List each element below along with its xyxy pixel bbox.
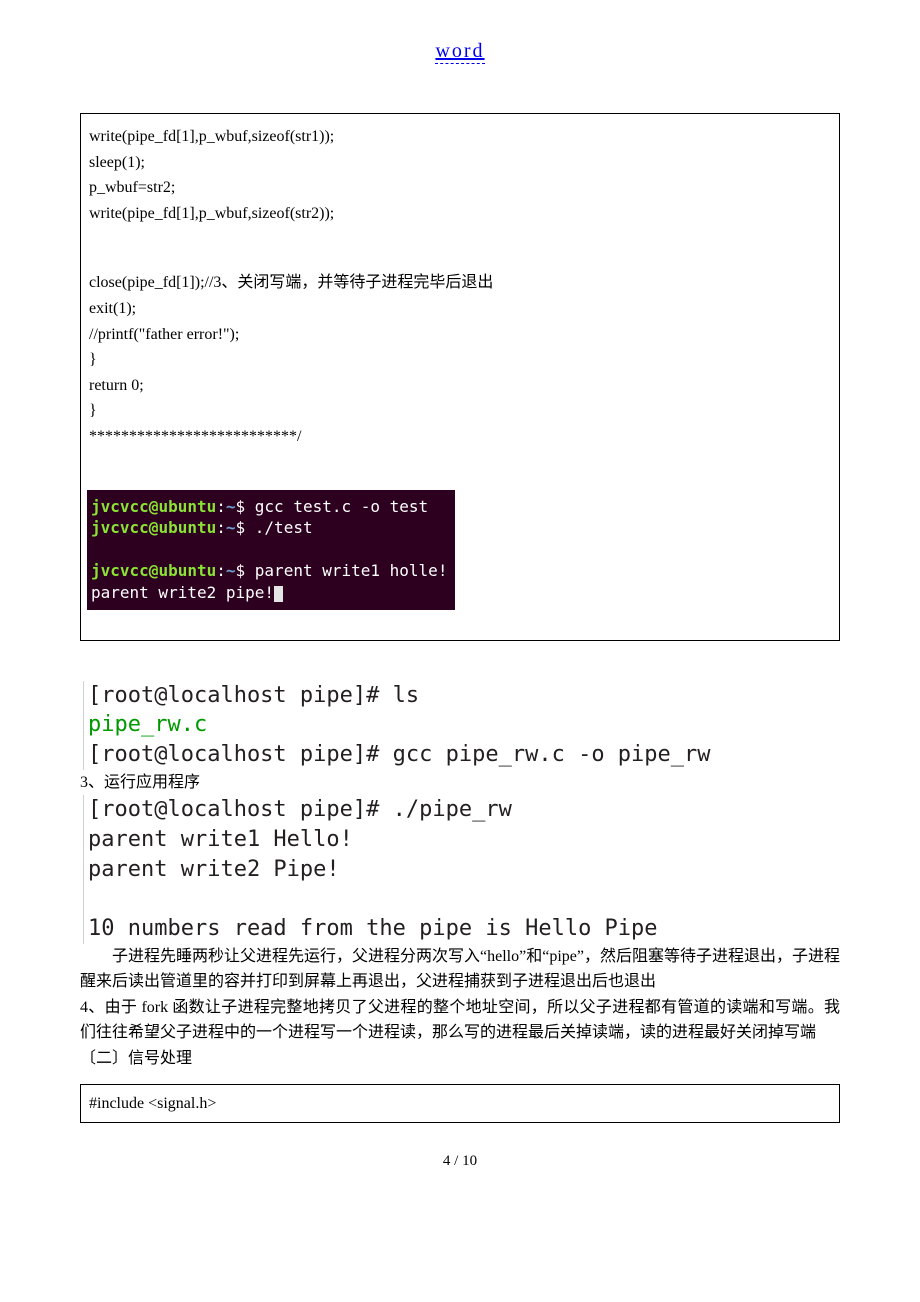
code-line: #include <signal.h> bbox=[89, 1091, 831, 1117]
term-path: ~ bbox=[226, 518, 236, 537]
shell-line: 10 numbers read from the pipe is Hello P… bbox=[88, 914, 840, 944]
code-line: p_wbuf=str2; bbox=[89, 175, 831, 201]
cursor-icon bbox=[274, 586, 283, 602]
term-output: parent write2 pipe! bbox=[91, 583, 274, 602]
terminal-line: jvcvcc@ubuntu:~$ ./test bbox=[91, 517, 447, 539]
blank-line bbox=[89, 248, 831, 270]
shell-line: pipe_rw.c bbox=[88, 710, 840, 740]
code-line: write(pipe_fd[1],p_wbuf,sizeof(str2)); bbox=[89, 201, 831, 227]
term-dollar: $ bbox=[236, 561, 246, 580]
terminal-screenshot: jvcvcc@ubuntu:~$ gcc test.c -o test jvcv… bbox=[87, 490, 455, 610]
paragraph-3: 〔二〕信号处理 bbox=[80, 1046, 840, 1072]
term-at: @ bbox=[149, 518, 159, 537]
term-dollar: $ bbox=[236, 497, 246, 516]
code-line: sleep(1); bbox=[89, 150, 831, 176]
term-host: ubuntu bbox=[158, 561, 216, 580]
shell-line: parent write1 Hello! bbox=[88, 825, 840, 855]
code-line: } bbox=[89, 398, 831, 424]
term-colon: : bbox=[216, 518, 226, 537]
section-3-label: 3、运行应用程序 bbox=[80, 770, 840, 796]
code-line: close(pipe_fd[1]);//3、关闭写端，并等待子进程完毕后退出 bbox=[89, 270, 831, 296]
page-footer: 4 / 10 bbox=[80, 1153, 840, 1170]
shell-line bbox=[88, 884, 840, 914]
code-block-1: write(pipe_fd[1],p_wbuf,sizeof(str1)); s… bbox=[80, 113, 840, 641]
code-line: //printf("father error!"); bbox=[89, 322, 831, 348]
term-cmd: gcc test.c -o test bbox=[245, 497, 428, 516]
term-host: ubuntu bbox=[158, 497, 216, 516]
terminal-line: jvcvcc@ubuntu:~$ parent write1 holle! bbox=[91, 560, 447, 582]
shell-line: [root@localhost pipe]# ./pipe_rw bbox=[88, 795, 840, 825]
blank-line bbox=[89, 226, 831, 248]
term-host: ubuntu bbox=[158, 518, 216, 537]
code-line: return 0; bbox=[89, 373, 831, 399]
header-link: word bbox=[80, 40, 840, 63]
term-cmd: parent write1 holle! bbox=[245, 561, 447, 580]
terminal-line: parent write2 pipe! bbox=[91, 582, 447, 604]
shell-line: [root@localhost pipe]# gcc pipe_rw.c -o … bbox=[88, 740, 840, 770]
blank-line bbox=[89, 450, 831, 472]
code-line: } bbox=[89, 347, 831, 373]
term-path: ~ bbox=[226, 561, 236, 580]
word-link[interactable]: word bbox=[435, 40, 484, 64]
term-path: ~ bbox=[226, 497, 236, 516]
term-colon: : bbox=[216, 561, 226, 580]
term-user: jvcvcc bbox=[91, 518, 149, 537]
terminal-line bbox=[91, 539, 447, 561]
term-user: jvcvcc bbox=[91, 497, 149, 516]
term-user: jvcvcc bbox=[91, 561, 149, 580]
term-dollar: $ bbox=[236, 518, 246, 537]
page: word write(pipe_fd[1],p_wbuf,sizeof(str1… bbox=[0, 0, 920, 1210]
paragraph-1: 子进程先睡两秒让父进程先运行，父进程分两次写入“hello”和“pipe”，然后… bbox=[80, 944, 840, 995]
code-line: write(pipe_fd[1],p_wbuf,sizeof(str1)); bbox=[89, 124, 831, 150]
shell-output-2: [root@localhost pipe]# ./pipe_rw parent … bbox=[83, 795, 840, 943]
shell-line: [root@localhost pipe]# ls bbox=[88, 681, 840, 711]
code-line: **************************/ bbox=[89, 424, 831, 450]
term-colon: : bbox=[216, 497, 226, 516]
paragraph-2: 4、由于 fork 函数让子进程完整地拷贝了父进程的整个地址空间，所以父子进程都… bbox=[80, 995, 840, 1046]
code-block-2: #include <signal.h> bbox=[80, 1084, 840, 1124]
term-at: @ bbox=[149, 497, 159, 516]
terminal-line: jvcvcc@ubuntu:~$ gcc test.c -o test bbox=[91, 496, 447, 518]
term-cmd: ./test bbox=[245, 518, 312, 537]
term-at: @ bbox=[149, 561, 159, 580]
code-line: exit(1); bbox=[89, 296, 831, 322]
shell-output-1: [root@localhost pipe]# ls pipe_rw.c [roo… bbox=[83, 681, 840, 770]
shell-line: parent write2 Pipe! bbox=[88, 855, 840, 885]
